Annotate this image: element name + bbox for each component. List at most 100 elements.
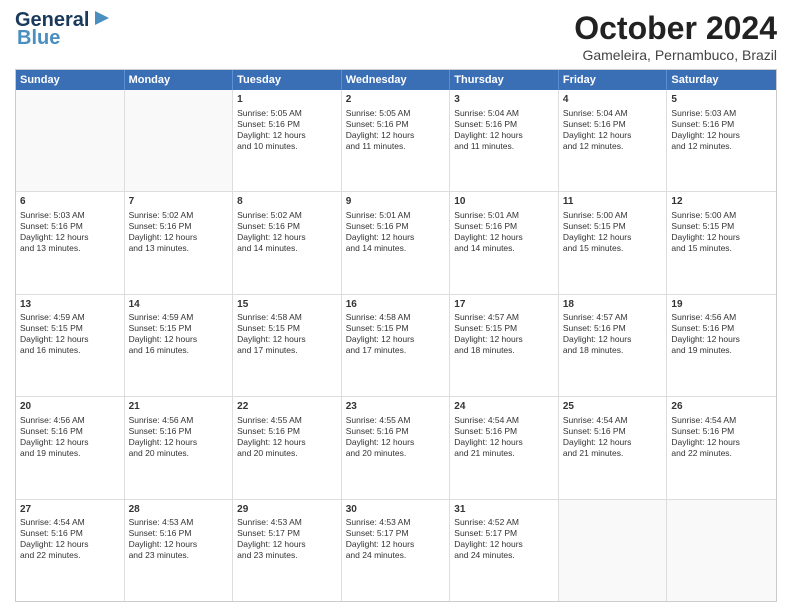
day-number: 31 [454,503,554,517]
day-number: 19 [671,298,772,312]
day-number: 4 [563,93,663,107]
cal-row: 1Sunrise: 5:05 AM Sunset: 5:16 PM Daylig… [16,90,776,191]
cal-cell: 31Sunrise: 4:52 AM Sunset: 5:17 PM Dayli… [450,500,559,601]
day-number: 10 [454,195,554,209]
logo: General Blue [15,10,113,48]
cell-info: Sunrise: 5:02 AM Sunset: 5:16 PM Dayligh… [129,210,229,254]
day-number: 29 [237,503,337,517]
page: General Blue October 2024 Gameleira, Per… [0,0,792,612]
day-number: 11 [563,195,663,209]
cal-header-day: Thursday [450,70,559,90]
day-number: 1 [237,93,337,107]
day-number: 26 [671,400,772,414]
header: General Blue October 2024 Gameleira, Per… [15,10,777,63]
day-number: 28 [129,503,229,517]
cell-info: Sunrise: 5:01 AM Sunset: 5:16 PM Dayligh… [454,210,554,254]
main-title: October 2024 [574,10,777,47]
cell-info: Sunrise: 5:04 AM Sunset: 5:16 PM Dayligh… [454,108,554,152]
cal-cell: 17Sunrise: 4:57 AM Sunset: 5:15 PM Dayli… [450,295,559,396]
cell-info: Sunrise: 5:05 AM Sunset: 5:16 PM Dayligh… [237,108,337,152]
logo-arrow-icon [91,7,113,29]
cal-cell: 19Sunrise: 4:56 AM Sunset: 5:16 PM Dayli… [667,295,776,396]
day-number: 21 [129,400,229,414]
cal-cell: 14Sunrise: 4:59 AM Sunset: 5:15 PM Dayli… [125,295,234,396]
day-number: 18 [563,298,663,312]
cell-info: Sunrise: 4:53 AM Sunset: 5:16 PM Dayligh… [129,517,229,561]
day-number: 15 [237,298,337,312]
cell-info: Sunrise: 5:01 AM Sunset: 5:16 PM Dayligh… [346,210,446,254]
cal-cell: 24Sunrise: 4:54 AM Sunset: 5:16 PM Dayli… [450,397,559,498]
cell-info: Sunrise: 4:57 AM Sunset: 5:16 PM Dayligh… [563,312,663,356]
cal-cell: 1Sunrise: 5:05 AM Sunset: 5:16 PM Daylig… [233,90,342,191]
cal-cell: 4Sunrise: 5:04 AM Sunset: 5:16 PM Daylig… [559,90,668,191]
calendar-header: SundayMondayTuesdayWednesdayThursdayFrid… [16,70,776,90]
cal-header-day: Wednesday [342,70,451,90]
cal-cell: 3Sunrise: 5:04 AM Sunset: 5:16 PM Daylig… [450,90,559,191]
day-number: 22 [237,400,337,414]
cal-cell: 26Sunrise: 4:54 AM Sunset: 5:16 PM Dayli… [667,397,776,498]
calendar-body: 1Sunrise: 5:05 AM Sunset: 5:16 PM Daylig… [16,90,776,601]
cal-cell: 6Sunrise: 5:03 AM Sunset: 5:16 PM Daylig… [16,192,125,293]
cal-header-day: Saturday [667,70,776,90]
cell-info: Sunrise: 4:53 AM Sunset: 5:17 PM Dayligh… [346,517,446,561]
cal-row: 20Sunrise: 4:56 AM Sunset: 5:16 PM Dayli… [16,396,776,498]
day-number: 20 [20,400,120,414]
cal-cell: 9Sunrise: 5:01 AM Sunset: 5:16 PM Daylig… [342,192,451,293]
cal-cell: 8Sunrise: 5:02 AM Sunset: 5:16 PM Daylig… [233,192,342,293]
cal-cell: 10Sunrise: 5:01 AM Sunset: 5:16 PM Dayli… [450,192,559,293]
cal-cell: 29Sunrise: 4:53 AM Sunset: 5:17 PM Dayli… [233,500,342,601]
day-number: 2 [346,93,446,107]
cell-info: Sunrise: 4:57 AM Sunset: 5:15 PM Dayligh… [454,312,554,356]
calendar: SundayMondayTuesdayWednesdayThursdayFrid… [15,69,777,602]
cell-info: Sunrise: 5:04 AM Sunset: 5:16 PM Dayligh… [563,108,663,152]
cell-info: Sunrise: 4:55 AM Sunset: 5:16 PM Dayligh… [237,415,337,459]
cal-cell: 25Sunrise: 4:54 AM Sunset: 5:16 PM Dayli… [559,397,668,498]
cell-info: Sunrise: 4:56 AM Sunset: 5:16 PM Dayligh… [20,415,120,459]
cell-info: Sunrise: 4:59 AM Sunset: 5:15 PM Dayligh… [129,312,229,356]
cell-info: Sunrise: 4:56 AM Sunset: 5:16 PM Dayligh… [129,415,229,459]
day-number: 8 [237,195,337,209]
cal-cell [667,500,776,601]
cell-info: Sunrise: 4:54 AM Sunset: 5:16 PM Dayligh… [671,415,772,459]
logo-blue-text: Blue [17,28,60,48]
cal-header-day: Tuesday [233,70,342,90]
cal-header-day: Sunday [16,70,125,90]
cal-cell: 23Sunrise: 4:55 AM Sunset: 5:16 PM Dayli… [342,397,451,498]
title-block: October 2024 Gameleira, Pernambuco, Braz… [574,10,777,63]
cell-info: Sunrise: 4:56 AM Sunset: 5:16 PM Dayligh… [671,312,772,356]
day-number: 25 [563,400,663,414]
cal-cell [559,500,668,601]
cal-cell: 12Sunrise: 5:00 AM Sunset: 5:15 PM Dayli… [667,192,776,293]
day-number: 23 [346,400,446,414]
cal-cell: 11Sunrise: 5:00 AM Sunset: 5:15 PM Dayli… [559,192,668,293]
cal-header-day: Monday [125,70,234,90]
cal-row: 6Sunrise: 5:03 AM Sunset: 5:16 PM Daylig… [16,191,776,293]
cell-info: Sunrise: 4:54 AM Sunset: 5:16 PM Dayligh… [454,415,554,459]
day-number: 9 [346,195,446,209]
day-number: 3 [454,93,554,107]
cal-cell [16,90,125,191]
cal-cell: 21Sunrise: 4:56 AM Sunset: 5:16 PM Dayli… [125,397,234,498]
day-number: 14 [129,298,229,312]
subtitle: Gameleira, Pernambuco, Brazil [574,47,777,63]
cell-info: Sunrise: 4:53 AM Sunset: 5:17 PM Dayligh… [237,517,337,561]
day-number: 30 [346,503,446,517]
day-number: 12 [671,195,772,209]
day-number: 7 [129,195,229,209]
cell-info: Sunrise: 4:58 AM Sunset: 5:15 PM Dayligh… [237,312,337,356]
day-number: 17 [454,298,554,312]
cal-cell: 27Sunrise: 4:54 AM Sunset: 5:16 PM Dayli… [16,500,125,601]
day-number: 24 [454,400,554,414]
cell-info: Sunrise: 5:03 AM Sunset: 5:16 PM Dayligh… [20,210,120,254]
cal-cell: 13Sunrise: 4:59 AM Sunset: 5:15 PM Dayli… [16,295,125,396]
cell-info: Sunrise: 4:55 AM Sunset: 5:16 PM Dayligh… [346,415,446,459]
cell-info: Sunrise: 5:02 AM Sunset: 5:16 PM Dayligh… [237,210,337,254]
cal-cell [125,90,234,191]
day-number: 6 [20,195,120,209]
day-number: 5 [671,93,772,107]
cell-info: Sunrise: 4:54 AM Sunset: 5:16 PM Dayligh… [20,517,120,561]
cal-cell: 28Sunrise: 4:53 AM Sunset: 5:16 PM Dayli… [125,500,234,601]
day-number: 27 [20,503,120,517]
cell-info: Sunrise: 5:00 AM Sunset: 5:15 PM Dayligh… [671,210,772,254]
cal-cell: 20Sunrise: 4:56 AM Sunset: 5:16 PM Dayli… [16,397,125,498]
